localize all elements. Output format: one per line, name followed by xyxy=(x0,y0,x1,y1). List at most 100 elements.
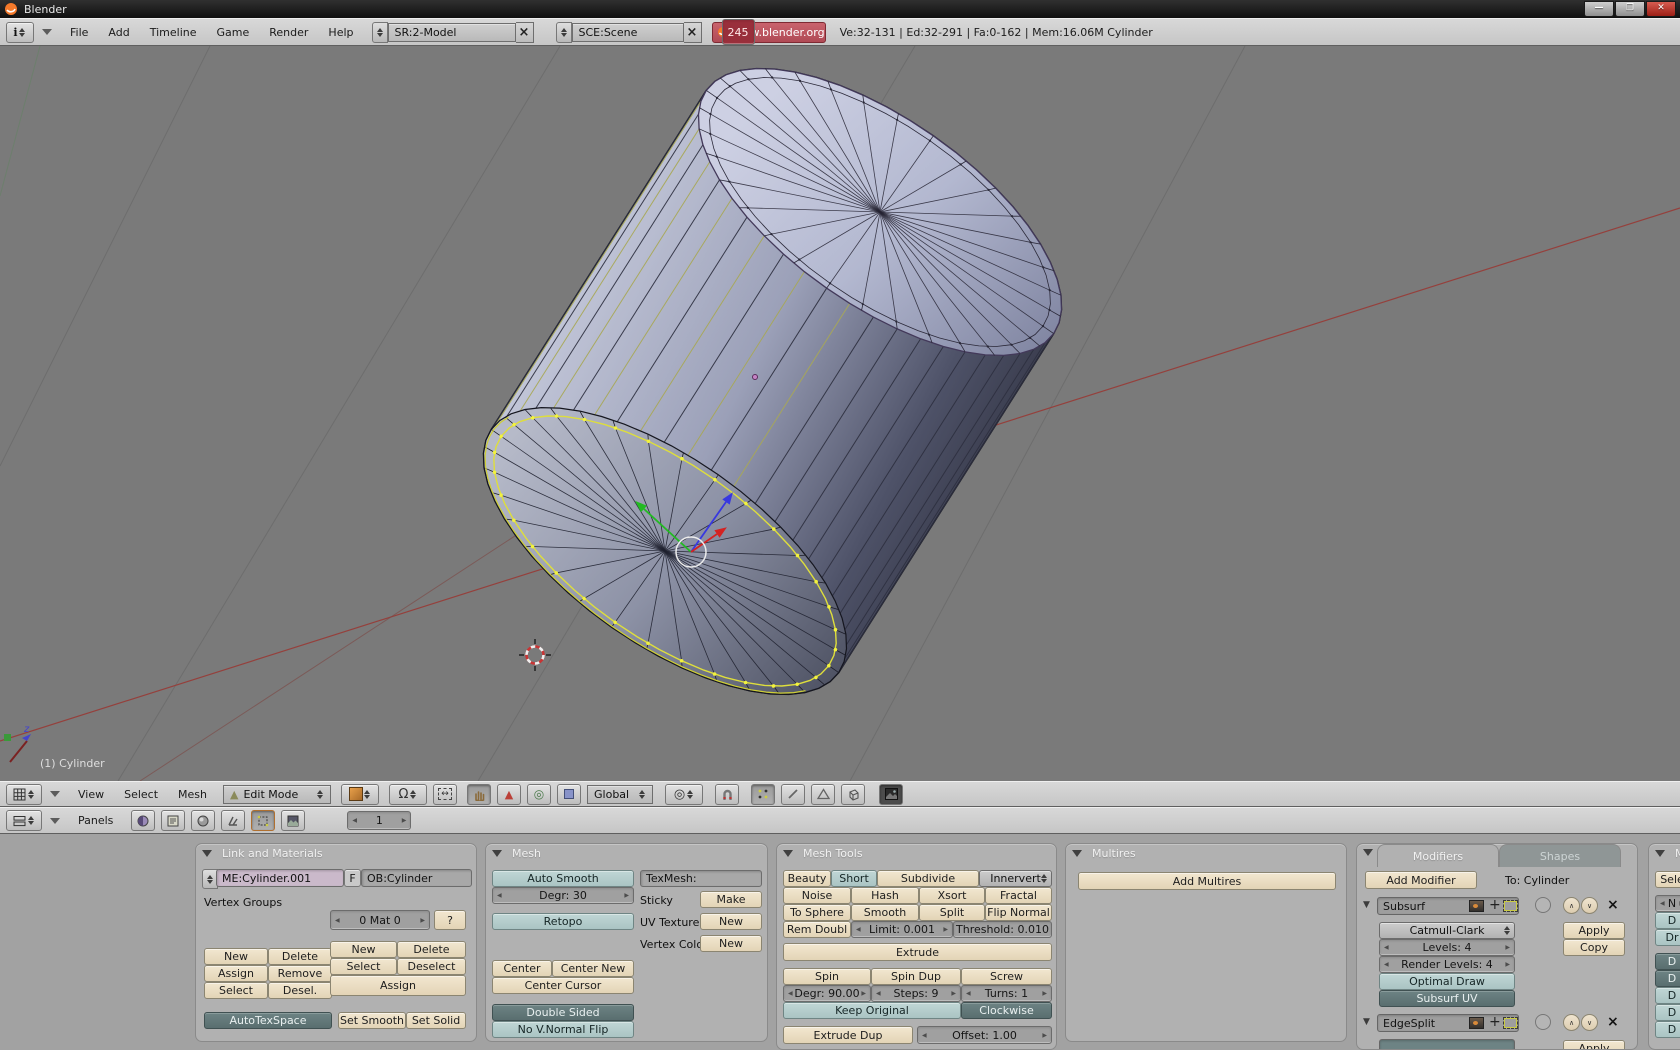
scene-delete-button[interactable] xyxy=(684,22,702,43)
editmode-visibility-icon[interactable] xyxy=(1503,1017,1518,1029)
subsurf-type-menu[interactable]: Catmull-Clark xyxy=(1379,922,1515,939)
context-script-button[interactable] xyxy=(161,810,185,831)
edgesplit-apply-button[interactable]: Apply xyxy=(1563,1040,1625,1050)
spin-dup-button[interactable]: Spin Dup xyxy=(871,968,961,985)
subdivide-button[interactable]: Subdivide xyxy=(877,870,979,887)
menu-view[interactable]: View xyxy=(78,788,104,801)
subsurf-render-levels-stepper[interactable]: Render Levels: 4 xyxy=(1379,956,1515,973)
viewport-3d[interactable]: z (1) Cylinder xyxy=(0,46,1680,781)
minimize-button[interactable]: — xyxy=(1584,1,1614,17)
material-delete-button[interactable]: Delete xyxy=(397,941,466,958)
context-editing-button[interactable] xyxy=(251,810,275,831)
subsurf-apply-button[interactable]: Apply xyxy=(1563,922,1625,939)
extrude-dup-button[interactable]: Extrude Dup xyxy=(783,1026,913,1044)
fractal-button[interactable]: Fractal xyxy=(985,887,1052,904)
buttons-type-button[interactable] xyxy=(6,810,42,831)
scene-browse-button[interactable] xyxy=(556,22,572,43)
sticky-make-button[interactable]: Make xyxy=(700,891,762,908)
collapse-header-icon[interactable] xyxy=(50,791,60,797)
to-sphere-button[interactable]: To Sphere xyxy=(783,904,851,921)
center-cursor-button[interactable]: Center Cursor xyxy=(492,977,634,994)
autotexspace-toggle[interactable]: AutoTexSpace xyxy=(204,1012,332,1029)
select-mode-vertex-button[interactable] xyxy=(751,784,775,805)
edgesplit-expand-icon[interactable]: ▼ xyxy=(1363,1017,1370,1027)
menu-game[interactable]: Game xyxy=(217,26,250,39)
occlude-geometry-button[interactable] xyxy=(841,784,865,805)
manipulator-toggle-button[interactable]: ↔ xyxy=(433,784,457,805)
draw-toggle-partial-5[interactable]: D xyxy=(1655,987,1680,1004)
set-smooth-button[interactable]: Set Smooth xyxy=(338,1012,406,1029)
vgroup-select-button[interactable]: Select xyxy=(204,982,268,999)
screen-delete-button[interactable] xyxy=(516,22,534,43)
subsurf-uv-toggle[interactable]: Subsurf UV xyxy=(1379,990,1515,1007)
vgroup-new-button[interactable]: New xyxy=(204,948,268,965)
menu-render[interactable]: Render xyxy=(269,26,308,39)
innervert-menu[interactable]: Innervert xyxy=(979,870,1052,887)
flip-normal-button[interactable]: Flip Normal xyxy=(985,904,1052,921)
hash-button[interactable]: Hash xyxy=(851,887,919,904)
vgroup-delete-button[interactable]: Delete xyxy=(268,948,332,965)
context-logic-button[interactable] xyxy=(131,810,155,831)
manipulator-scale-button[interactable]: ◎ xyxy=(527,784,551,805)
spin-degrees-stepper[interactable]: Degr: 90.00 xyxy=(783,985,871,1002)
beauty-toggle[interactable]: Beauty xyxy=(783,870,831,887)
screen-selector[interactable]: SR:2-Model xyxy=(388,23,516,42)
rotation-center-button[interactable]: Ω xyxy=(389,784,427,805)
context-object-button[interactable] xyxy=(221,810,245,831)
frame-stepper[interactable]: 1 xyxy=(347,811,411,830)
collapse-buttons-icon[interactable] xyxy=(50,818,60,824)
edgesplit-movedown-button[interactable]: ∨ xyxy=(1581,1014,1598,1031)
center-new-button[interactable]: Center New xyxy=(552,960,634,977)
cylinder-mesh[interactable] xyxy=(483,69,1061,695)
add-multires-button[interactable]: Add Multires xyxy=(1078,872,1336,890)
clockwise-toggle[interactable]: Clockwise xyxy=(961,1002,1052,1019)
short-toggle[interactable]: Short xyxy=(831,870,877,887)
manipulator-combo-button[interactable] xyxy=(557,784,581,805)
center-button[interactable]: Center xyxy=(492,960,552,977)
edgesplit-name-field[interactable]: EdgeSplit xyxy=(1377,1014,1519,1032)
subsurf-copy-button[interactable]: Copy xyxy=(1563,939,1625,956)
threshold-slider[interactable]: Threshold: 0.010 xyxy=(953,921,1052,938)
panel-header[interactable]: Mesh xyxy=(492,847,541,860)
vertex-color-new-button[interactable]: New xyxy=(700,935,762,952)
screen-browse-button[interactable] xyxy=(372,22,388,43)
render-preview-button[interactable] xyxy=(879,784,903,805)
tab-shapes[interactable]: Shapes xyxy=(1499,844,1621,867)
subsurf-movedown-button[interactable]: ∨ xyxy=(1581,897,1598,914)
snap-button[interactable] xyxy=(715,784,739,805)
texmesh-field[interactable]: TexMesh: xyxy=(640,870,762,887)
limit-stepper[interactable]: Limit: 0.001 xyxy=(851,921,953,938)
mode-selector[interactable]: ▲ Edit Mode xyxy=(223,785,331,804)
set-solid-button[interactable]: Set Solid xyxy=(406,1012,466,1029)
editmode-visibility-icon[interactable] xyxy=(1503,900,1518,912)
optimal-draw-toggle[interactable]: Optimal Draw xyxy=(1379,973,1515,990)
subsurf-name-field[interactable]: Subsurf xyxy=(1377,897,1519,915)
menu-file[interactable]: File xyxy=(70,26,88,39)
draw-toggle-partial-2[interactable]: Dr xyxy=(1655,929,1680,946)
viewport-type-button[interactable] xyxy=(6,784,42,805)
offset-stepper[interactable]: Offset: 1.00 xyxy=(917,1026,1052,1044)
panel-header[interactable]: Multires xyxy=(1072,847,1136,860)
scene-selector[interactable]: SCE:Scene xyxy=(572,23,684,42)
draw-toggle-partial-7[interactable]: D xyxy=(1655,1021,1680,1038)
restore-button[interactable]: ❐ xyxy=(1615,1,1645,17)
realtime-visibility-icon[interactable] xyxy=(1486,1017,1501,1029)
material-index-stepper[interactable]: 0 Mat 0 xyxy=(330,910,430,930)
vgroup-assign-button[interactable]: Assign xyxy=(204,965,268,982)
select-mode-edge-button[interactable] xyxy=(781,784,805,805)
spin-button[interactable]: Spin xyxy=(783,968,871,985)
panel-header[interactable]: M xyxy=(1655,847,1680,860)
render-visibility-icon[interactable] xyxy=(1469,1017,1484,1029)
spin-turns-stepper[interactable]: Turns: 1 xyxy=(961,985,1052,1002)
edgesplit-moveup-button[interactable]: ∧ xyxy=(1563,1014,1580,1031)
menu-add[interactable]: Add xyxy=(108,26,129,39)
screw-button[interactable]: Screw xyxy=(961,968,1052,985)
object-name-field[interactable]: OB:Cylinder xyxy=(361,869,472,887)
draw-toggle-partial-4[interactable]: D xyxy=(1655,970,1680,987)
select-swap-button-partial[interactable]: Sele xyxy=(1655,871,1680,888)
material-select-button[interactable]: Select xyxy=(330,958,397,975)
orientation-selector[interactable]: Global xyxy=(587,785,653,804)
material-assign-button[interactable]: Assign xyxy=(330,975,466,996)
spin-steps-stepper[interactable]: Steps: 9 xyxy=(871,985,961,1002)
edgesplit-partial-field[interactable] xyxy=(1379,1039,1515,1050)
